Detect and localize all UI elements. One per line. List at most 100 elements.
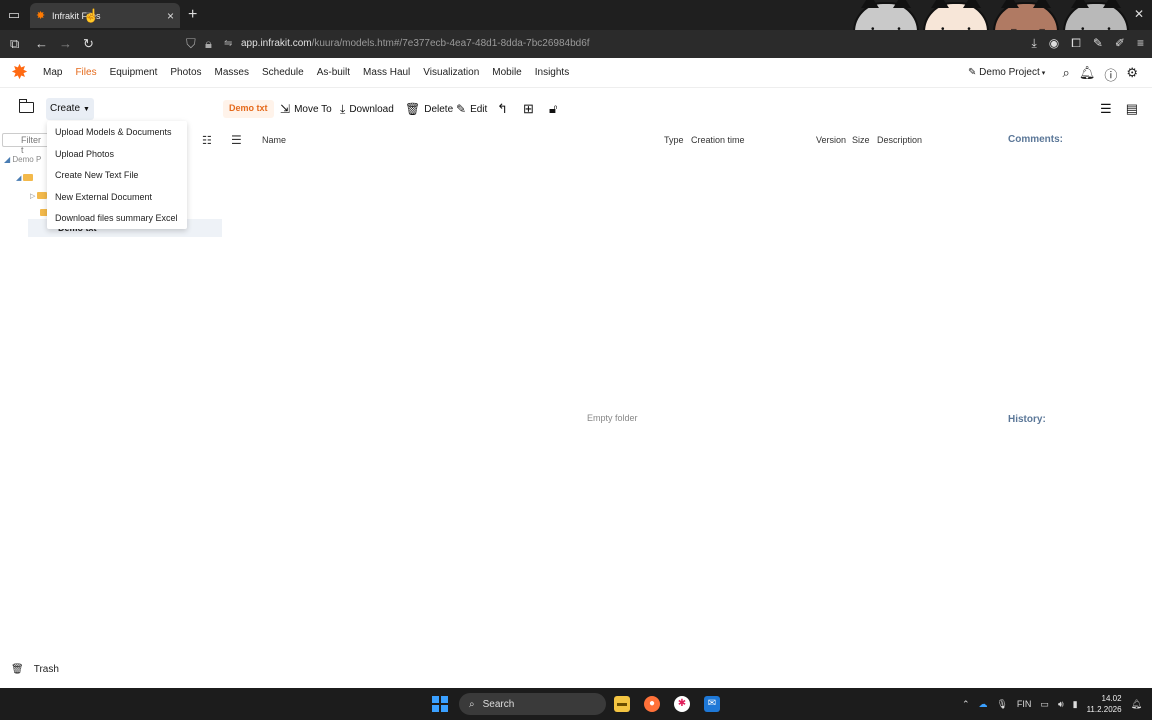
url-path: /kuura/models.htm#/7e377ecb-4ea7-48d1-8d… [311,38,590,49]
column-header-creation-time[interactable]: Creation time [691,135,745,145]
list-view-icon[interactable]: ☰ [1100,101,1112,117]
app-menu-icon[interactable]: ≡ [1137,36,1144,51]
column-header-name[interactable]: Name [262,135,286,145]
menu-item-mobile[interactable]: Mobile [492,67,521,78]
cloud-icon[interactable]: ☁ [978,699,987,710]
microphone-icon[interactable]: 🎙︎ [996,699,1007,710]
url-host: app.infrakit.com [241,38,312,49]
dropdown-item-create-new-text-file[interactable]: Create New Text File [47,164,187,186]
filter-placeholder: Filter t [21,135,41,155]
dropdown-item-download-files-summary-excel[interactable]: Download files summary Excel [47,207,187,229]
menu-item-files[interactable]: Files [75,67,96,78]
reload-icon[interactable]: ↻ [83,36,94,52]
dropdown-item-upload-models-documents[interactable]: Upload Models & Documents [47,121,187,143]
battery-icon[interactable]: ▮ [1073,699,1078,710]
forward-icon[interactable]: → [59,36,72,52]
taskbar-search-label: Search [482,698,515,710]
language-indicator[interactable]: FIN [1017,699,1032,709]
menu-item-mass-haul[interactable]: Mass Haul [363,67,410,78]
taskbar-search[interactable]: ⌕ Search [459,693,606,715]
collapsed-icon: ▷ [30,193,38,200]
help-icon[interactable]: ⓘ [1104,65,1117,84]
close-tab-icon[interactable]: × [167,9,174,23]
edit-button[interactable]: ✎ Edit [456,102,487,116]
menu-item-as-built[interactable]: As-built [317,67,350,78]
column-menu-icon[interactable]: ☰ [231,133,242,147]
gear-icon[interactable]: ⚙ [1126,65,1138,84]
windows-start-icon[interactable] [432,696,448,712]
download-button[interactable]: ⤓ Download [340,102,394,117]
column-header-version[interactable]: Version [816,135,846,145]
trash-link[interactable]: 🗑︎ Trash [11,664,59,675]
tree-root[interactable]: ◢ Demo P [4,155,41,164]
hierarchy-icon[interactable]: ⊞ [523,101,534,117]
outlook-icon[interactable]: ✉ [704,696,720,712]
browser-tab[interactable]: ✸ Infrakit Files × [30,3,180,28]
dropdown-item-upload-photos[interactable]: Upload Photos [47,143,187,165]
project-selector[interactable]: ✎ Demo Project ▾ [968,67,1045,78]
breadcrumb-chip[interactable]: Demo txt [223,100,274,118]
edit-label: Edit [470,103,488,115]
infrakit-logo-icon[interactable]: ✸ [12,63,30,81]
menu-item-schedule[interactable]: Schedule [262,67,304,78]
chevron-down-icon: ▼ [83,106,90,113]
windows-taskbar: ⌕ Search ▬ ● ✱ ✉ ⌃ ☁ 🎙︎ FIN ▭ 🔊︎ ▮ 14.02 1… [0,688,1152,720]
delete-button[interactable]: 🗑︎ Delete [405,102,453,116]
back-icon[interactable]: ← [35,36,48,52]
permissions-icon[interactable]: ⇋ [224,36,232,52]
shield-icon[interactable]: ⛉ [186,36,196,52]
bell-icon[interactable]: 🔔︎ [1079,65,1096,84]
folder-icon[interactable] [19,99,34,113]
column-header-size[interactable]: Size [852,135,870,145]
browser-toolbar-right: ⤓ ◉ ⧠ ✎ ✐ ≡ [1031,36,1144,51]
notification-icon[interactable]: 🔔︎ [1131,699,1142,710]
expand-icon: ◢ [16,175,24,182]
network-icon[interactable]: ▭ [1040,699,1049,710]
menu-item-insights[interactable]: Insights [535,67,569,78]
trash-label: Trash [33,664,59,675]
pen-icon[interactable]: ✐ [1115,36,1125,51]
address-bar[interactable]: app.infrakit.com/kuura/models.htm#/7e377… [241,38,590,49]
new-tab-icon[interactable]: + [188,6,197,24]
account-icon[interactable]: ◉ [1049,36,1059,51]
tree-folder-row[interactable]: ◢ [16,172,36,182]
pencil-icon: ✎ [456,102,467,116]
comments-panel-icon[interactable]: ▤ [1126,101,1138,117]
menu-item-photos[interactable]: Photos [170,67,201,78]
share-arrow-icon[interactable]: ↰ [497,101,508,117]
slack-icon[interactable]: ✱ [674,696,690,712]
download-icon: ⤓ [340,102,346,116]
sidebar-toggle-icon[interactable]: ⧉ [10,36,19,52]
tree-root-label: Demo P [12,155,42,164]
pencil-icon: ✎ [968,67,980,78]
dropdown-item-new-external-document[interactable]: New External Document [47,186,187,208]
create-dropdown-menu: Upload Models & Documents Upload Photos Cr… [47,121,187,229]
history-heading: History: [1008,414,1046,425]
extensions-icon[interactable]: ⧠ [1071,36,1081,51]
lock-icon[interactable]: 🔒︎ [205,36,212,52]
project-name: Demo Project [979,67,1040,78]
file-explorer-icon[interactable]: ▬ [614,696,630,712]
menu-item-map[interactable]: Map [43,67,62,78]
firefox-icon[interactable]: ● [644,696,660,712]
taskbar-clock[interactable]: 14.02 11.2.2026 [1087,693,1122,715]
menu-item-visualization[interactable]: Visualization [423,67,479,78]
filter-settings-icon[interactable]: ☷ [202,134,212,147]
clock-date: 11.2.2026 [1086,705,1122,714]
close-window-icon[interactable]: ✕ [1134,7,1144,21]
downloads-icon[interactable]: ⤓ [1031,36,1036,51]
addon-icon[interactable]: ✎ [1093,36,1103,51]
menu-item-masses[interactable]: Masses [215,67,249,78]
column-header-type[interactable]: Type [664,135,684,145]
chevron-up-icon[interactable]: ⌃ [962,699,970,710]
tab-overview-icon[interactable]: ▭ [6,7,22,23]
volume-icon[interactable]: 🔊︎ [1058,699,1064,710]
column-header-description[interactable]: Description [877,135,922,145]
lock-icon[interactable]: 🔓︎ [549,101,557,117]
create-button[interactable]: Create ▼ [46,98,94,120]
menu-item-equipment[interactable]: Equipment [110,67,158,78]
search-icon[interactable]: ⌕ [1063,65,1070,84]
clock-time: 14.02 [1101,694,1122,703]
move-to-button[interactable]: ⇲ Move To [280,102,332,116]
app-header-icons: ⌕ 🔔︎ ⓘ ⚙ [1063,65,1138,84]
